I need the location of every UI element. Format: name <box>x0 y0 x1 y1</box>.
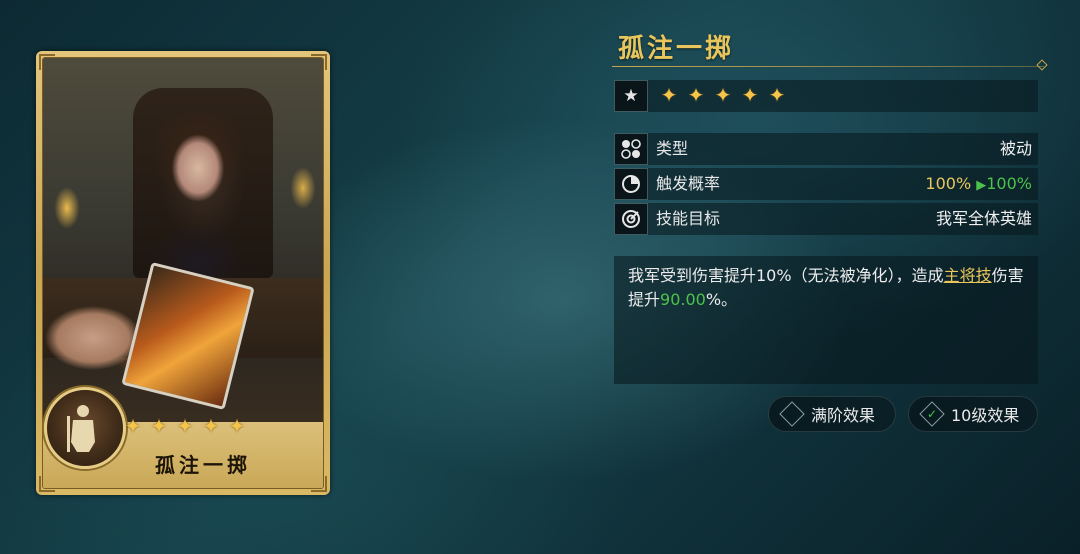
trigger-rate-old: 100% <box>925 174 972 193</box>
skill-card[interactable]: ✦ ✦ ✦ ✦ ✦ 孤注一掷 <box>36 51 330 495</box>
card-name: 孤注一掷 <box>155 453 251 477</box>
diamond-check-icon: ✓ <box>919 401 945 427</box>
skill-type-label: 类型 <box>656 139 689 158</box>
art-figure <box>138 113 258 283</box>
probability-icon <box>614 168 648 200</box>
star-icon: ✦ <box>150 414 168 438</box>
skill-target-label: 技能目标 <box>656 209 721 228</box>
level10-effect-label: 10级效果 <box>951 406 1020 425</box>
star-icon: ✦ <box>660 83 678 107</box>
star-icon: ✦ <box>741 83 759 107</box>
trigger-rate-row: 触发概率 100% ▶100% <box>614 168 1038 200</box>
main-general-skill-link[interactable]: 主将技 <box>944 266 992 285</box>
skill-title: 孤注一掷 <box>618 34 735 64</box>
category-icon <box>614 133 648 165</box>
skill-target-value: 我军全体英雄 <box>935 209 1032 228</box>
skill-star-row: ★ ✦ ✦ ✦ ✦ ✦ <box>614 80 1038 112</box>
description-text: %。 <box>705 290 738 309</box>
max-effect-label: 满阶效果 <box>811 406 876 425</box>
star-icon: ✦ <box>124 414 142 438</box>
star-badge-icon: ★ <box>614 80 648 112</box>
trigger-rate-new: 100% <box>986 174 1032 193</box>
card-artwork <box>43 58 323 438</box>
target-icon <box>614 203 648 235</box>
level10-effect-button[interactable]: ✓ 10级效果 <box>908 396 1038 432</box>
diamond-checkbox-icon <box>779 401 805 427</box>
skill-type-value: 被动 <box>999 139 1032 158</box>
star-icon: ✦ <box>687 83 705 107</box>
skill-star-rating: ✦ ✦ ✦ ✦ ✦ <box>658 84 788 106</box>
title-divider-ornament <box>1036 59 1048 71</box>
arrow-right-icon: ▶ <box>976 178 987 193</box>
description-text: 我军受到伤害提升10%（无法被净化），造成 <box>628 266 944 285</box>
check-icon: ✓ <box>926 407 938 421</box>
skill-target-row: 技能目标 我军全体英雄 <box>614 203 1038 235</box>
trigger-rate-value: 100% ▶100% <box>925 168 1032 202</box>
title-divider <box>612 66 1044 67</box>
star-icon: ✦ <box>714 83 732 107</box>
star-icon: ✦ <box>768 83 786 107</box>
star-icon: ✦ <box>202 414 220 438</box>
trigger-rate-label: 触发概率 <box>656 174 721 193</box>
star-icon: ✦ <box>176 414 194 438</box>
damage-boost-value: 90.00 <box>660 290 706 309</box>
skill-description: 我军受到伤害提升10%（无法被净化），造成主将技伤害提升90.00%。 <box>614 256 1038 384</box>
star-icon: ✦ <box>228 414 246 438</box>
max-effect-button[interactable]: 满阶效果 <box>768 396 896 432</box>
card-star-rating: ✦ ✦ ✦ ✦ ✦ <box>122 415 248 439</box>
skill-type-row: 类型 被动 <box>614 133 1038 165</box>
